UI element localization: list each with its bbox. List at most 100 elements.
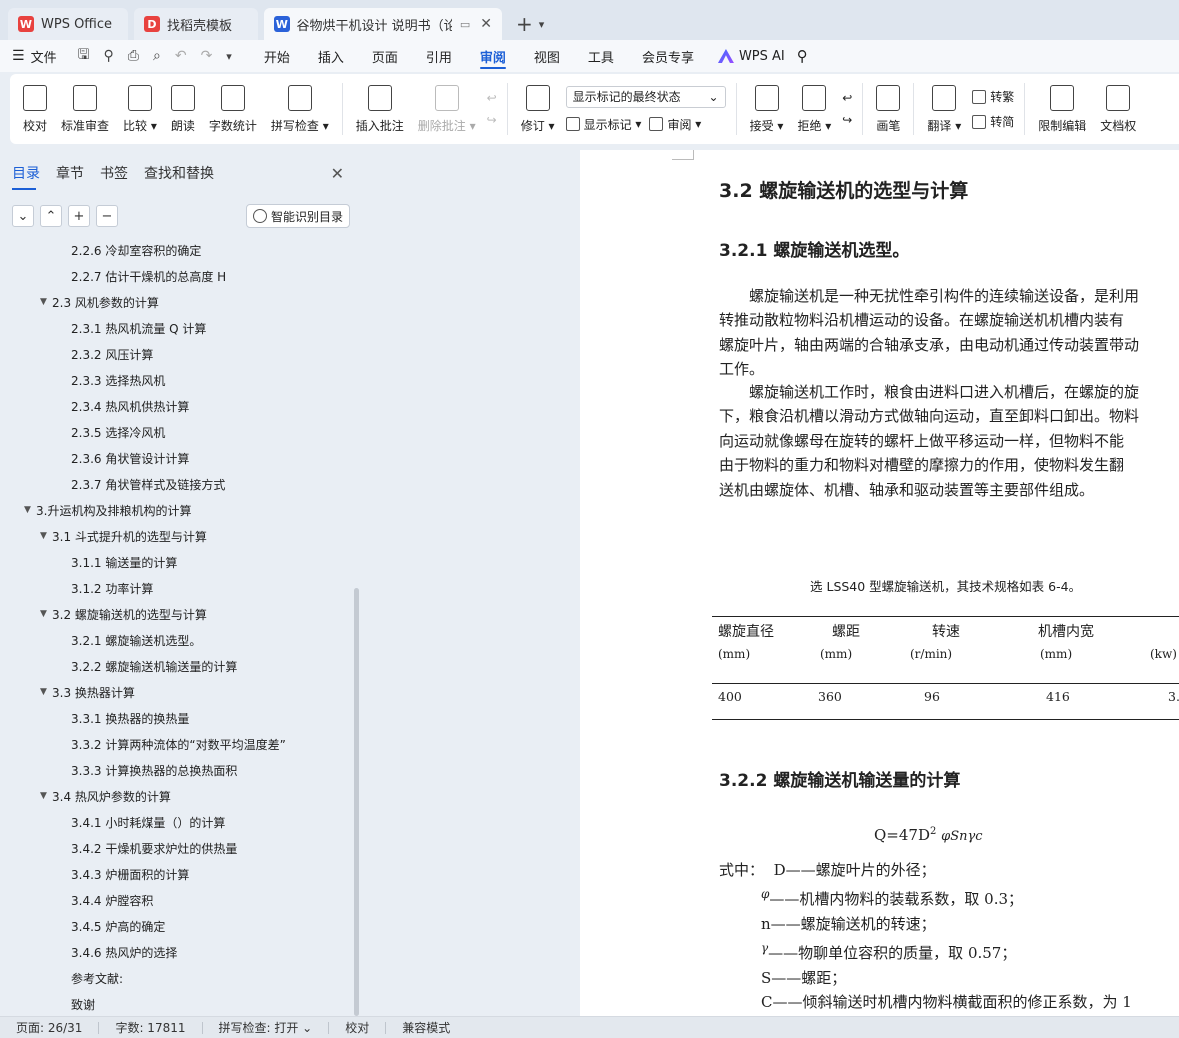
pen-button[interactable]: 画笔: [876, 79, 900, 139]
toc-item[interactable]: 3.4.6 热风炉的选择: [0, 939, 354, 965]
to-traditional-button[interactable]: 转繁: [972, 88, 1014, 105]
toc-item[interactable]: 2.3.5 选择冷风机: [0, 419, 354, 445]
proof-button[interactable]: 校对: [23, 79, 47, 139]
toc-item[interactable]: 3.4.3 炉栅面积的计算: [0, 861, 354, 887]
toc-item[interactable]: ▼ 3.3 换热器计算: [0, 679, 354, 705]
previous-revision-icon[interactable]: ↩: [842, 91, 852, 105]
tab-docer-templates[interactable]: D 找稻壳模板: [134, 8, 258, 40]
nav-tab-toc[interactable]: 目录: [12, 150, 40, 196]
caret-down-icon[interactable]: ▼: [40, 297, 52, 307]
nav-tab-find-replace[interactable]: 查找和替换: [144, 150, 214, 196]
new-tab-plus-icon[interactable]: +: [516, 8, 533, 40]
menu-review[interactable]: 审阅: [479, 40, 506, 72]
delete-comment-button[interactable]: 删除批注 ▾: [418, 79, 476, 139]
collapse-icon[interactable]: ⌄: [12, 205, 34, 227]
caret-down-icon[interactable]: ▼: [24, 505, 36, 515]
menu-page[interactable]: 页面: [372, 40, 398, 72]
toc-item[interactable]: 2.3.3 选择热风机: [0, 367, 354, 393]
file-menu[interactable]: ☰ 文件: [12, 47, 57, 66]
tab-wps-office[interactable]: W WPS Office: [8, 8, 128, 40]
to-simplified-button[interactable]: 转简: [972, 113, 1014, 130]
standard-review-button[interactable]: 标准审查: [61, 79, 109, 139]
word-count-indicator[interactable]: 字数: 17811: [115, 1019, 185, 1036]
compare-button[interactable]: 比较 ▾: [123, 79, 157, 139]
toc-item[interactable]: 3.3.1 换热器的换热量: [0, 705, 354, 731]
restrict-edit-button[interactable]: 限制编辑: [1038, 79, 1086, 139]
toc-item[interactable]: 3.4.1 小时耗煤量（）的计算: [0, 809, 354, 835]
toc-item[interactable]: ▼ 3.2 螺旋输送机的选型与计算: [0, 601, 354, 627]
chevron-down-icon[interactable]: ▾: [226, 50, 232, 63]
menu-view[interactable]: 视图: [534, 40, 560, 72]
toc-item[interactable]: 致谢: [0, 991, 354, 1013]
toc-item[interactable]: 3.3.3 计算换热器的总换热面积: [0, 757, 354, 783]
tab-document[interactable]: W 谷物烘干机设计 说明书（论文 ▭ ✕: [264, 8, 502, 40]
show-markup-button[interactable]: 显示标记 ▾: [565, 116, 641, 133]
toc-item[interactable]: 2.2.7 估计干燥机的总高度 H: [0, 263, 354, 289]
toc-item[interactable]: 2.2.6 冷却室容积的确定: [0, 237, 354, 263]
caret-down-icon[interactable]: ▼: [40, 791, 52, 801]
proof-indicator[interactable]: 校对: [345, 1019, 369, 1036]
toc-item[interactable]: 3.1.1 输送量的计算: [0, 549, 354, 575]
toc-item[interactable]: 3.4.2 干燥机要求炉灶的供热量: [0, 835, 354, 861]
accept-button[interactable]: 接受 ▾: [750, 79, 783, 139]
revise-button[interactable]: 修订 ▾: [521, 79, 555, 139]
toc-item[interactable]: 2.3.4 热风机供热计算: [0, 393, 354, 419]
next-comment-icon[interactable]: ↪: [487, 113, 497, 127]
menu-tools[interactable]: 工具: [588, 40, 614, 72]
toc-item[interactable]: ▼ 3.升运机构及排粮机构的计算: [0, 497, 354, 523]
search-icon[interactable]: ⚲: [797, 47, 808, 65]
previous-comment-icon[interactable]: ↩: [487, 91, 497, 105]
menu-insert[interactable]: 插入: [318, 40, 344, 72]
review-pane-button[interactable]: 审阅 ▾: [649, 116, 701, 133]
smart-toc-button[interactable]: 智能识别目录: [245, 204, 350, 228]
toc-item[interactable]: 3.3.2 计算两种流体的“对数平均温度差”: [0, 731, 354, 757]
caret-down-icon[interactable]: ▼: [40, 687, 52, 697]
toc-item[interactable]: ▼ 3.1 斗式提升机的选型与计算: [0, 523, 354, 549]
toc-item[interactable]: 3.4.5 炉高的确定: [0, 913, 354, 939]
print-preview-icon[interactable]: ⌕: [153, 48, 161, 64]
page-indicator[interactable]: 页面: 26/31: [16, 1019, 82, 1036]
toc-item[interactable]: 2.3.2 风压计算: [0, 341, 354, 367]
caret-down-icon[interactable]: ▼: [40, 609, 52, 619]
spell-check-indicator[interactable]: 拼写检查: 打开 ⌄: [219, 1019, 313, 1036]
display-state-select[interactable]: 显示标记的最终状态 ⌄: [565, 85, 726, 108]
toc-item[interactable]: 2.3.1 热风机流量 Q 计算: [0, 315, 354, 341]
caret-down-icon[interactable]: ▼: [40, 531, 52, 541]
menu-start[interactable]: 开始: [264, 40, 290, 72]
redo-icon[interactable]: ↷: [201, 48, 213, 64]
undo-icon[interactable]: ↶: [175, 48, 187, 64]
menu-member[interactable]: 会员专享: [642, 40, 694, 72]
monitor-icon[interactable]: ▭: [460, 18, 470, 31]
save-icon[interactable]: 🖫: [78, 44, 90, 68]
toc-item[interactable]: 参考文献:: [0, 965, 354, 991]
share-icon[interactable]: ⚲: [104, 48, 114, 64]
translate-button[interactable]: 翻译 ▾: [927, 79, 961, 139]
toc-item[interactable]: 2.3.7 角状管样式及链接方式: [0, 471, 354, 497]
toc-item[interactable]: ▼ 2.3 风机参数的计算: [0, 289, 354, 315]
spell-check-button[interactable]: 拼写检查 ▾: [271, 79, 329, 139]
expand-icon[interactable]: ⌃: [40, 205, 62, 227]
close-icon[interactable]: ✕: [331, 164, 344, 183]
toc-item[interactable]: 3.4.4 炉膛容积: [0, 887, 354, 913]
add-heading-icon[interactable]: +: [68, 205, 90, 227]
next-revision-icon[interactable]: ↪: [842, 113, 852, 127]
close-icon[interactable]: ✕: [480, 16, 492, 32]
toc-item[interactable]: 3.2.1 螺旋输送机选型。: [0, 627, 354, 653]
reject-button[interactable]: 拒绝 ▾: [797, 79, 831, 139]
toc-item[interactable]: 2.3.6 角状管设计计算: [0, 445, 354, 471]
print-icon[interactable]: ⎙: [128, 48, 139, 64]
nav-scrollbar[interactable]: [354, 588, 359, 1016]
doc-rights-button[interactable]: 文档权: [1100, 79, 1136, 139]
insert-comment-button[interactable]: 插入批注: [356, 79, 404, 139]
toc-item[interactable]: 3.2.2 螺旋输送机输送量的计算: [0, 653, 354, 679]
toc-item[interactable]: 3.1.2 功率计算: [0, 575, 354, 601]
menu-reference[interactable]: 引用: [426, 40, 452, 72]
nav-tab-chapters[interactable]: 章节: [56, 150, 84, 196]
chevron-down-icon[interactable]: ▾: [539, 8, 545, 40]
nav-tab-bookmarks[interactable]: 书签: [100, 150, 128, 196]
remove-heading-icon[interactable]: −: [96, 205, 118, 227]
toc-item[interactable]: ▼ 3.4 热风炉参数的计算: [0, 783, 354, 809]
wps-ai-button[interactable]: WPS AI: [717, 49, 785, 64]
word-count-button[interactable]: 字数统计: [209, 79, 257, 139]
read-aloud-button[interactable]: 朗读: [170, 79, 195, 139]
